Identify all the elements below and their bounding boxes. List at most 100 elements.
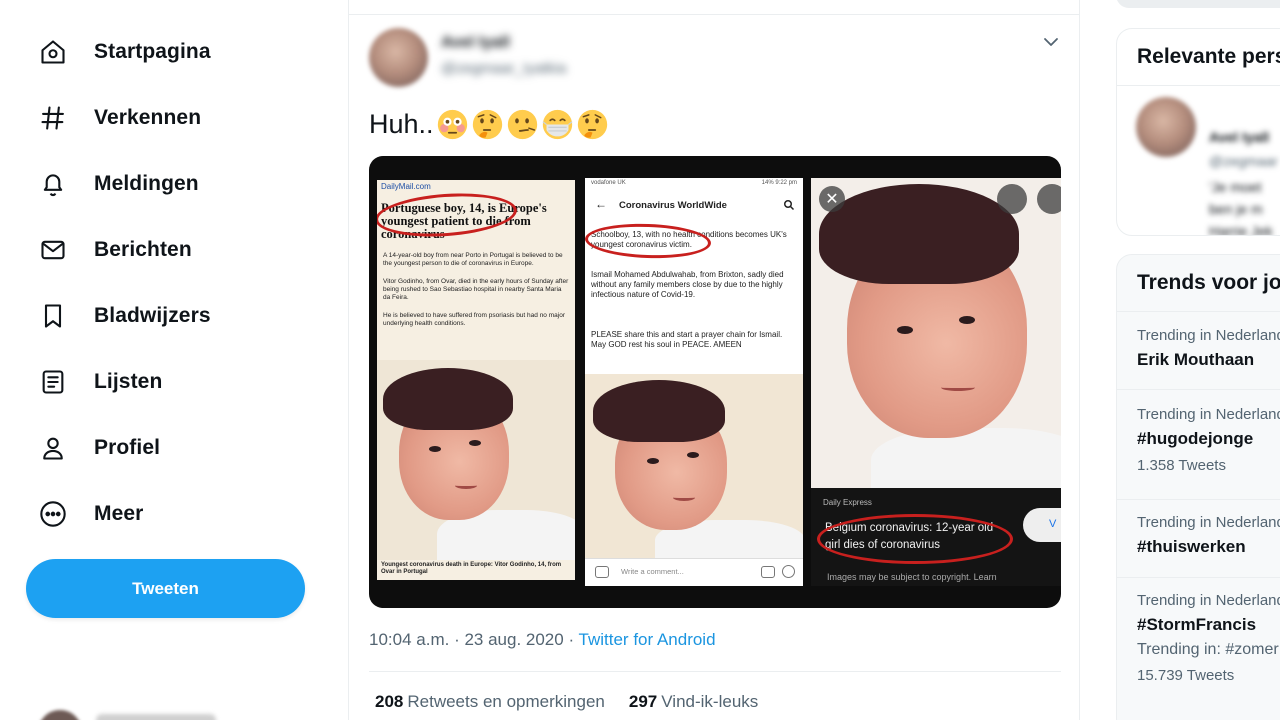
author-handle[interactable]: @zegmaar_Iyatkia xyxy=(441,60,566,77)
separator-dot: · xyxy=(454,630,465,649)
nav-label: Lijsten xyxy=(94,370,163,393)
divider xyxy=(1117,85,1280,86)
trend-name: #StormFrancis xyxy=(1137,615,1257,634)
hashtag-icon xyxy=(38,103,68,133)
nav-item-profile[interactable]: Profiel xyxy=(26,420,172,476)
nav-item-messages[interactable]: Berichten xyxy=(26,222,204,278)
divider xyxy=(369,671,1061,672)
home-icon xyxy=(38,37,68,67)
bell-icon xyxy=(38,169,68,199)
separator-dot: · xyxy=(568,630,579,649)
divider xyxy=(349,14,1079,15)
trend-item[interactable]: Trending in Nederland #hugodejonge 1.358… xyxy=(1137,406,1280,474)
boy-photo xyxy=(377,360,575,560)
tweet-button[interactable]: Tweeten xyxy=(26,559,305,618)
divider xyxy=(1117,577,1280,578)
tweet-date[interactable]: 23 aug. 2020 xyxy=(464,630,563,649)
trend-name: Erik Mouthaan xyxy=(1137,350,1255,369)
nav-item-notifications[interactable]: Meldingen xyxy=(26,156,211,212)
media-panel-phone-uk: vodafone UK 14% 9:22 pm ← Coronavirus Wo… xyxy=(585,178,803,586)
emoji-icon xyxy=(782,565,795,578)
person-handle[interactable]: @zegmaar xyxy=(1209,153,1278,169)
tweet-source-link[interactable]: Twitter for Android xyxy=(579,630,716,649)
person-bio: 'Je moet xyxy=(1209,179,1262,195)
trend-item[interactable]: Trending in Nederland #StormFrancis Tren… xyxy=(1137,592,1280,684)
boy-photo xyxy=(585,374,803,558)
trend-context: Trending in Nederland xyxy=(1137,514,1280,531)
red-highlight-circle xyxy=(817,514,1013,564)
gif-icon xyxy=(761,566,775,578)
nav-label: Meer xyxy=(94,502,144,525)
boy-photo xyxy=(811,178,1061,488)
divider xyxy=(1117,389,1280,390)
primary-navigation: Startpagina Verkennen Meldingen Berichte… xyxy=(0,0,348,720)
mail-icon xyxy=(38,235,68,265)
person-bio: ben je m xyxy=(1209,201,1263,217)
post-paragraph: PLEASE share this and start a prayer cha… xyxy=(591,330,783,349)
trend-item[interactable]: Trending in Nederland Erik Mouthaan xyxy=(1137,327,1280,370)
likes-count: 297 xyxy=(628,692,658,711)
tweet-text: Huh.. xyxy=(369,108,611,141)
tweet-timestamp-row: 10:04 a.m. · 23 aug. 2020 · Twitter for … xyxy=(369,630,716,650)
divider xyxy=(1117,311,1280,312)
tweet-stats: 208 Retweets en opmerkingen 297 Vind-ik-le… xyxy=(375,692,782,712)
trends-card: Trends voor jou Trending in Nederland Er… xyxy=(1116,254,1280,720)
person-avatar[interactable] xyxy=(1136,97,1196,157)
author-avatar[interactable] xyxy=(369,28,428,87)
media-panel-news-portugal: DailyMail.com Portuguese boy, 14, is Eur… xyxy=(377,180,575,580)
nav-item-explore[interactable]: Verkennen xyxy=(26,90,213,146)
face-with-medical-mask-icon xyxy=(542,109,573,140)
nav-label: Profiel xyxy=(94,436,161,459)
nav-item-more[interactable]: Meer xyxy=(26,486,155,542)
comment-bar: Write a comment... xyxy=(585,558,803,586)
bookmark-icon xyxy=(38,301,68,331)
comment-input: Write a comment... xyxy=(621,567,684,576)
retweets-stat[interactable]: 208 Retweets en opmerkingen xyxy=(375,692,605,712)
post-paragraph: Ismail Mohamed Abdulwahab, from Brixton,… xyxy=(591,270,784,299)
trend-tweet-count: 15.739 Tweets xyxy=(1137,667,1235,684)
nav-item-home[interactable]: Startpagina xyxy=(26,24,223,80)
more-circle-icon xyxy=(38,499,68,529)
likes-stat[interactable]: 297 Vind-ik-leuks xyxy=(629,692,758,712)
source-label: Daily Express xyxy=(823,498,872,507)
carrier: vodafone UK xyxy=(591,180,626,186)
search-icon xyxy=(784,200,795,211)
photo-caption: Youngest coronavirus death in Europe: Vi… xyxy=(381,562,562,576)
nav-label: Verkennen xyxy=(94,106,202,129)
trend-name: #thuiswerken xyxy=(1137,537,1246,556)
trend-tweet-count: 1.358 Tweets xyxy=(1137,457,1226,474)
relevant-people-card: Relevante personen Avel Iyall @zegmaar '… xyxy=(1116,28,1280,236)
tweet-media-image[interactable]: DailyMail.com Portuguese boy, 14, is Eur… xyxy=(369,156,1061,608)
nav-item-lists[interactable]: Lijsten xyxy=(26,354,174,410)
card-title: Relevante personen xyxy=(1137,45,1280,68)
face-with-open-mouth-icon xyxy=(507,109,537,140)
person-icon xyxy=(38,433,68,463)
nav-label: Meldingen xyxy=(94,172,199,195)
person-name[interactable]: Avel Iyall xyxy=(1209,129,1269,145)
search-input[interactable] xyxy=(1116,0,1280,8)
trend-name: #hugodejonge xyxy=(1137,429,1254,448)
media-panel-image-viewer: ✕ Daily Express Belgium coronavirus: 12-… xyxy=(811,178,1061,586)
account-avatar[interactable] xyxy=(38,710,82,720)
lens-icon xyxy=(997,184,1027,214)
author-name[interactable]: Avel Iyall xyxy=(441,34,510,52)
nav-item-bookmarks[interactable]: Bladwijzers xyxy=(26,288,223,344)
divider xyxy=(1117,499,1280,500)
phone-app-bar: ← Coronavirus WorldWide xyxy=(585,194,803,218)
trend-context: Trending in Nederland xyxy=(1137,592,1280,609)
thinking-face-icon xyxy=(472,109,502,140)
chevron-down-icon[interactable] xyxy=(1039,30,1063,54)
list-icon xyxy=(38,367,68,397)
card-title: Trends voor jou xyxy=(1137,271,1280,294)
visit-button: V xyxy=(1023,508,1061,542)
tweet-text-content: Huh.. xyxy=(369,109,434,139)
red-highlight-circle xyxy=(585,221,712,261)
nav-label: Startpagina xyxy=(94,40,211,63)
app-title: Coronavirus WorldWide xyxy=(619,200,727,211)
trend-context: Trending in Nederland xyxy=(1137,327,1280,344)
close-icon: ✕ xyxy=(819,186,845,212)
news-source: DailyMail.com xyxy=(381,182,431,191)
trend-item[interactable]: Trending in Nederland #thuiswerken xyxy=(1137,514,1280,557)
share-icon xyxy=(1037,184,1061,214)
tweet-time[interactable]: 10:04 a.m. xyxy=(369,630,449,649)
